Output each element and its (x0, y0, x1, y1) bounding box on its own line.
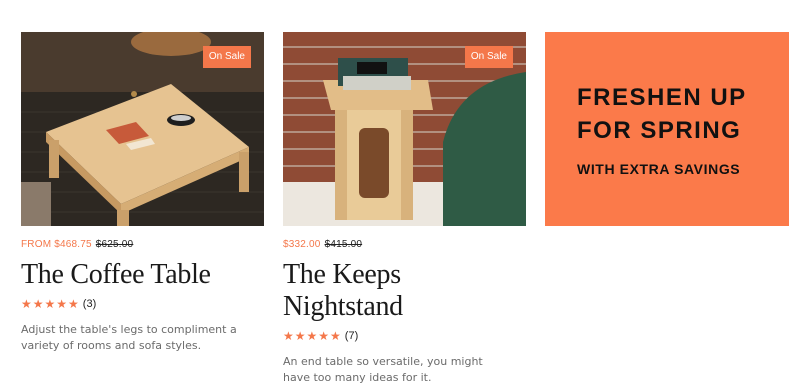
price-row: $332.00 $415.00 (283, 239, 526, 250)
promo-headline-line2: FOR SPRING (577, 117, 742, 144)
star-rating-icon: ★★★★★ (21, 297, 80, 311)
product-description: Adjust the table's legs to compliment a … (21, 323, 237, 352)
star-rating-icon: ★★★★★ (283, 329, 342, 343)
promo-subline: WITH EXTRA SAVINGS (577, 161, 741, 177)
promo-headline-line1: FRESHEN UP (577, 84, 747, 111)
rating-row[interactable]: ★★★★★ (7) (283, 329, 526, 343)
product-card-coffee-table[interactable]: On Sale FROM $468.75 $625.00 The Coffee T… (21, 32, 264, 354)
original-price: $625.00 (95, 239, 134, 250)
review-count: (3) (82, 298, 97, 310)
sale-price: FROM $468.75 (21, 239, 92, 250)
product-image-nightstand[interactable]: On Sale (283, 32, 526, 226)
rating-row[interactable]: ★★★★★ (3) (21, 297, 264, 311)
product-title[interactable]: The Coffee Table (21, 259, 264, 291)
original-price: $415.00 (324, 239, 363, 250)
product-image-coffee-table[interactable]: On Sale (21, 32, 264, 226)
product-card-nightstand[interactable]: On Sale $332.00 $415.00 The Keeps Nightst… (283, 32, 526, 386)
on-sale-badge: On Sale (464, 46, 513, 68)
on-sale-badge: On Sale (202, 46, 251, 68)
product-description: An end table so versatile, you might hav… (283, 355, 483, 384)
sale-price: $332.00 (283, 239, 321, 250)
spring-promo-banner[interactable]: FRESHEN UP FOR SPRING WITH EXTRA SAVINGS (545, 32, 789, 226)
review-count: (7) (344, 330, 359, 342)
product-title[interactable]: The Keeps Nightstand (283, 259, 526, 323)
price-row: FROM $468.75 $625.00 (21, 239, 264, 250)
